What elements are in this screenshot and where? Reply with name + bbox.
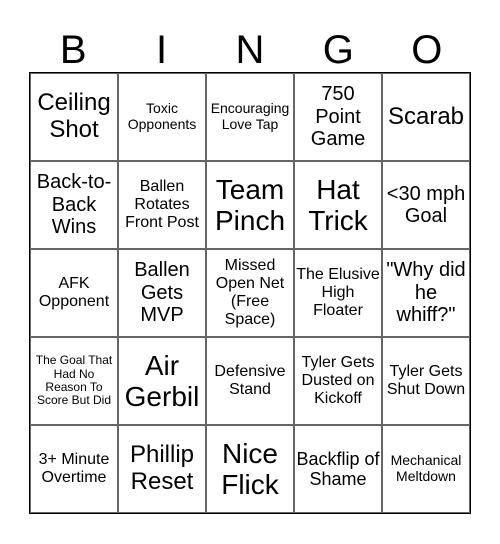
bingo-cell[interactable]: Phillip Reset	[118, 425, 206, 513]
bingo-cell[interactable]: Encouraging Love Tap	[206, 73, 294, 161]
free-space-cell[interactable]: Missed Open Net (Free Space)	[206, 249, 294, 337]
bingo-cell[interactable]: 3+ Minute Overtime	[30, 425, 118, 513]
bingo-cell[interactable]: Team Pinch	[206, 161, 294, 249]
bingo-cell[interactable]: Toxic Opponents	[118, 73, 206, 161]
bingo-cell[interactable]: "Why did he whiff?"	[382, 249, 470, 337]
bingo-cell[interactable]: Nice Flick	[206, 425, 294, 513]
header-letter-o: O	[411, 28, 443, 72]
bingo-cell[interactable]: Ballen Rotates Front Post	[118, 161, 206, 249]
bingo-cell[interactable]: Ceiling Shot	[30, 73, 118, 161]
bingo-cell[interactable]: Tyler Gets Shut Down	[382, 337, 470, 425]
bingo-header: B I N G O	[29, 28, 471, 72]
header-letter-n: N	[235, 28, 265, 72]
bingo-cell[interactable]: Mechanical Meltdown	[382, 425, 470, 513]
bingo-cell[interactable]: The Goal That Had No Reason To Score But…	[30, 337, 118, 425]
bingo-cell[interactable]: 750 Point Game	[294, 73, 382, 161]
header-letter-g: G	[322, 28, 354, 72]
header-letter-i: I	[156, 28, 168, 72]
bingo-cell[interactable]: Back-to-Back Wins	[30, 161, 118, 249]
bingo-cell[interactable]: Scarab	[382, 73, 470, 161]
bingo-cell[interactable]: Hat Trick	[294, 161, 382, 249]
bingo-cell[interactable]: Ballen Gets MVP	[118, 249, 206, 337]
bingo-cell[interactable]: Defensive Stand	[206, 337, 294, 425]
header-letter-b: B	[59, 28, 87, 72]
bingo-cell[interactable]: Backflip of Shame	[294, 425, 382, 513]
bingo-cell[interactable]: Air Gerbil	[118, 337, 206, 425]
bingo-cell[interactable]: Tyler Gets Dusted on Kickoff	[294, 337, 382, 425]
bingo-cell[interactable]: The Elusive High Floater	[294, 249, 382, 337]
bingo-cell[interactable]: <30 mph Goal	[382, 161, 470, 249]
bingo-cell[interactable]: AFK Opponent	[30, 249, 118, 337]
bingo-grid: Ceiling Shot Toxic Opponents Encouraging…	[29, 72, 471, 514]
